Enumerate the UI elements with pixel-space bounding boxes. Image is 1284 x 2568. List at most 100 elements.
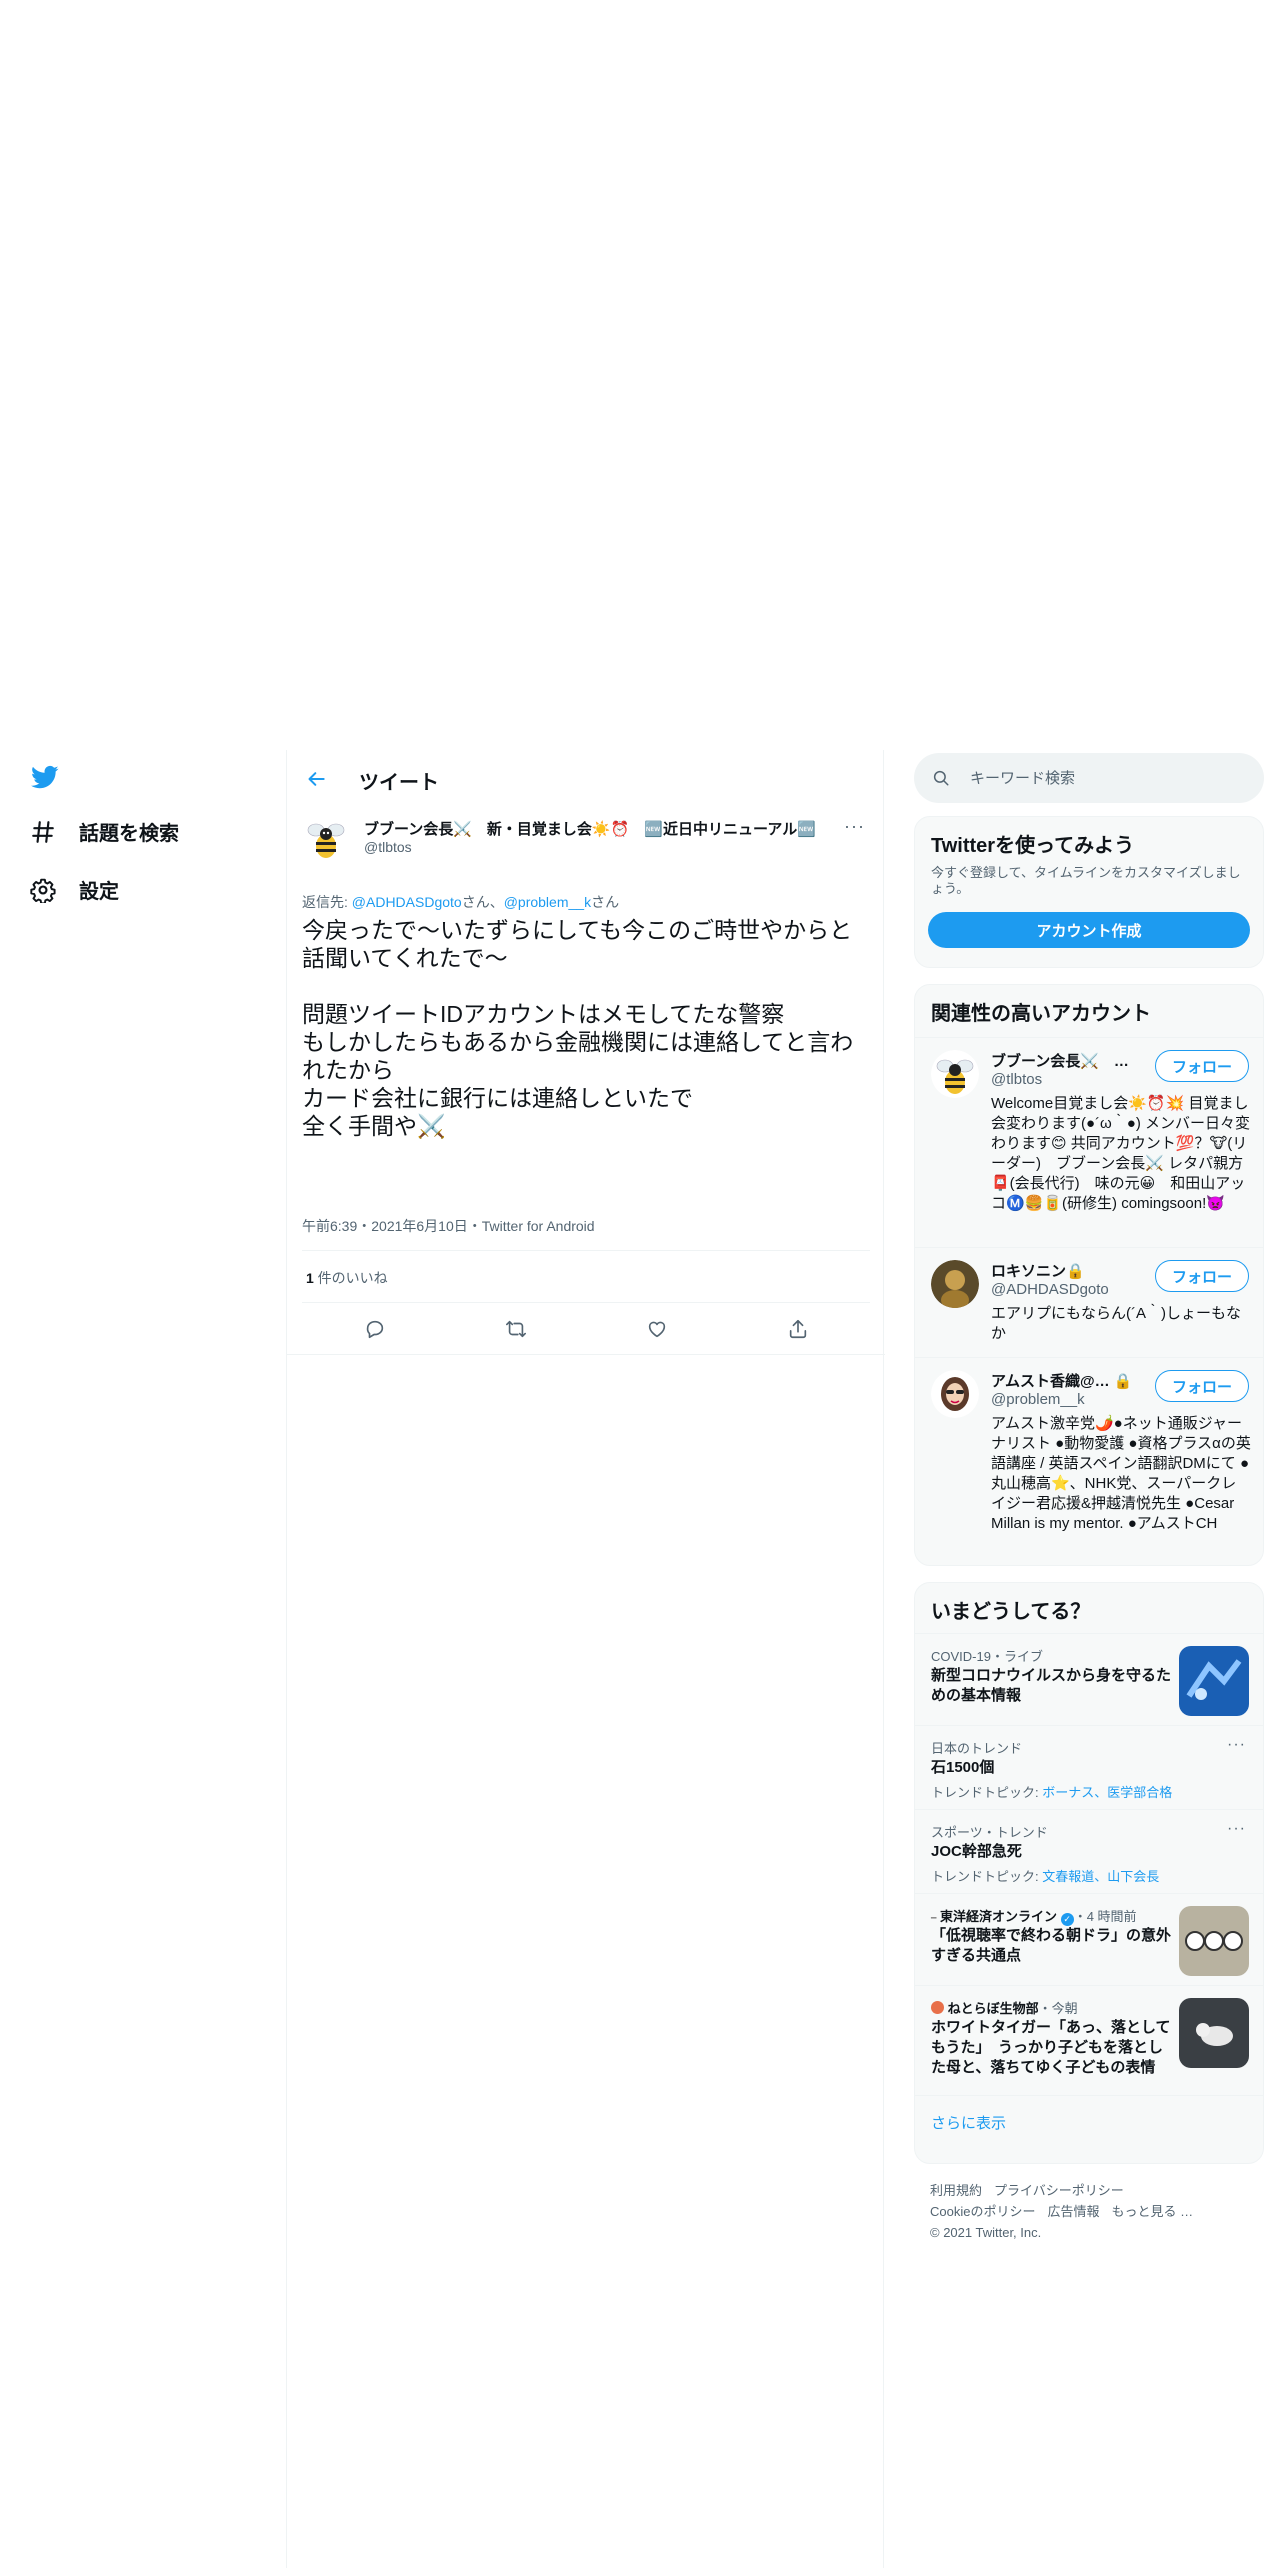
reply-user-link[interactable]: @problem__k: [504, 894, 591, 910]
reply-user-link[interactable]: @ADHDASDgoto: [352, 894, 462, 910]
reply-to-line: 返信先: @ADHDASDgotoさん、@problem__kさん: [302, 892, 619, 912]
trend-topics-links[interactable]: ボーナス、医学部合格: [1042, 1785, 1172, 1800]
divider: [302, 1250, 870, 1251]
follow-button[interactable]: フォロー: [1155, 1260, 1249, 1292]
avatar[interactable]: [931, 1370, 979, 1418]
account-item[interactable]: アムスト香織@… 🔒 @problem__k フォロー アムスト激辛党🌶️●ネッ…: [915, 1357, 1263, 1565]
trend-item[interactable]: ねとらぼ生物部・今朝 ホワイトタイガー「あっ、落としてもうた」 うっかり子どもを…: [915, 1985, 1263, 2095]
show-more-link[interactable]: さらに表示: [931, 2112, 1006, 2133]
reply-prefix: 返信先:: [302, 894, 352, 910]
nav-item-label: 設定: [79, 881, 119, 903]
trend-context: スポーツ・トレンド: [931, 1825, 1048, 1840]
share-icon[interactable]: [781, 1312, 815, 1346]
nav-item-label: 話題を検索: [79, 823, 179, 845]
trend-thumbnail: [1179, 1906, 1249, 1976]
account-handle: @problem__k: [991, 1391, 1085, 1408]
nav-item-explore[interactable]: 話題を検索: [29, 817, 179, 846]
trend-topics-prefix: トレンドトピック:: [931, 1869, 1043, 1884]
reply-suffix: さん: [591, 894, 620, 910]
tweet-text: 今戻ったで～いたずらにしても今このご時世やからと話聞いてくれたで～ 問題ツイート…: [302, 917, 854, 1139]
create-account-button[interactable]: アカウント作成: [928, 912, 1250, 948]
follow-button[interactable]: フォロー: [1155, 1050, 1249, 1082]
main-column: ツイート ブブーン会長⚔️ 新・目覚まし会☀️⏰ 🆕近日中リニューアル🆕 @tl…: [286, 750, 885, 2568]
source-logo-icon: ━: [931, 1913, 937, 1923]
author-handle[interactable]: @tlbtos: [364, 839, 412, 855]
trend-title: 「低視聴率で終わる朝ドラ」の意外すぎる共通点: [931, 1927, 1172, 1964]
verified-icon: ✓: [1060, 1913, 1074, 1926]
search-box[interactable]: [914, 753, 1264, 803]
like-icon[interactable]: [640, 1312, 674, 1346]
signup-card: Twitterを使ってみよう 今すぐ登録して、タイムラインをカスタマイズしましょ…: [914, 816, 1264, 968]
trend-item[interactable]: ━ 東洋経済オンライン ✓ ・4 時間前 「低視聴率で終わる朝ドラ」の意外すぎる共…: [915, 1893, 1263, 1985]
footer-link-cookie[interactable]: Cookieのポリシー: [930, 2204, 1035, 2219]
account-bio: アムスト激辛党🌶️●ネット通販ジャーナリスト ●動物愛護 ●資格プラスαの英語講…: [991, 1415, 1251, 1532]
footer-link-ads[interactable]: 広告情報: [1047, 2204, 1099, 2219]
trend-topics: トレンドトピック: 文春報道、山下会長: [931, 1866, 1159, 1885]
signup-title: Twitterを使ってみよう: [931, 835, 1135, 857]
follow-button[interactable]: フォロー: [1155, 1370, 1249, 1402]
trend-topics-links[interactable]: 文春報道、山下会長: [1042, 1869, 1159, 1884]
related-accounts-card: 関連性の高いアカウント ブブーン会長⚔️ … @tlbtos フォロー Welc…: [914, 984, 1264, 1566]
like-count-number: 1: [306, 1270, 314, 1286]
trends-card: いまどうしてる？ COVID-19・ライブ 新型コロナウイルスから身を守るための…: [914, 1582, 1264, 2164]
signup-description: 今すぐ登録して、タイムラインをカスタマイズしましょう。: [931, 865, 1241, 896]
back-arrow-icon[interactable]: [301, 763, 333, 795]
search-icon: [932, 769, 950, 792]
main-header: ツイート: [287, 750, 883, 807]
trend-context: ━ 東洋経済オンライン ✓ ・4 時間前: [931, 1906, 1137, 1926]
reply-separator: さん、: [461, 894, 504, 910]
account-item[interactable]: ブブーン会長⚔️ … @tlbtos フォロー Welcome目覚まし会☀️⏰💥…: [915, 1037, 1263, 1247]
twitter-logo-icon[interactable]: [29, 763, 63, 793]
trend-topics-prefix: トレンドトピック:: [931, 1785, 1043, 1800]
trend-title: 石1500個: [931, 1759, 995, 1776]
trend-thumbnail: [1179, 1646, 1249, 1716]
avatar[interactable]: [931, 1050, 979, 1098]
tweet-timestamp[interactable]: 午前6:39・2021年6月10日・Twitter for Android: [302, 1216, 595, 1236]
more-options-icon[interactable]: ···: [1227, 1820, 1246, 1838]
trend-item[interactable]: COVID-19・ライブ 新型コロナウイルスから身を守るための基本情報: [915, 1633, 1263, 1725]
footer-link-privacy[interactable]: プライバシーポリシー: [994, 2183, 1124, 2198]
account-name[interactable]: ブブーン会長⚔️ …: [991, 1050, 1129, 1071]
account-name[interactable]: アムスト香織@… 🔒: [991, 1370, 1132, 1391]
trend-source: 東洋経済オンライン: [940, 1909, 1058, 1924]
more-options-icon[interactable]: ···: [844, 816, 865, 837]
trend-source: ねとらぼ生物部: [947, 2001, 1039, 2016]
trend-thumbnail: [1179, 1998, 1249, 2068]
show-more-row[interactable]: さらに表示: [915, 2095, 1263, 2163]
avatar[interactable]: [302, 814, 350, 862]
trend-title: ホワイトタイガー「あっ、落としてもうた」 うっかり子どもを落とした母と、落ちてゆ…: [931, 2019, 1171, 2076]
reply-icon[interactable]: [358, 1312, 392, 1346]
source-avatar-icon: [931, 2001, 944, 2014]
more-options-icon[interactable]: ···: [1227, 1736, 1246, 1754]
trend-item[interactable]: 日本のトレンド 石1500個 トレンドトピック: ボーナス、医学部合格 ···: [915, 1725, 1263, 1809]
search-input[interactable]: [970, 767, 1230, 789]
nav-item-settings[interactable]: 設定: [29, 875, 119, 904]
hash-icon: [29, 818, 57, 846]
footer-link-terms[interactable]: 利用規約: [930, 2183, 982, 2198]
footer-copyright: © 2021 Twitter, Inc.: [930, 2225, 1042, 2240]
account-name[interactable]: ロキソニン🔒: [991, 1260, 1085, 1281]
account-bio: Welcome目覚まし会☀️⏰💥 目覚まし会変わります(●´ω｀●) メンバー日…: [991, 1095, 1250, 1212]
trend-title: JOC幹部急死: [931, 1843, 1022, 1860]
trend-context: 日本のトレンド: [931, 1741, 1023, 1756]
trend-time: ・4 時間前: [1073, 1909, 1137, 1924]
tweet-actions: [302, 1312, 870, 1346]
retweet-icon[interactable]: [499, 1312, 533, 1346]
divider: [287, 1354, 885, 1355]
gear-icon: [29, 876, 57, 904]
account-bio: エアリプにもならん(´A｀)しょーもなか: [991, 1305, 1241, 1342]
trend-item[interactable]: スポーツ・トレンド JOC幹部急死 トレンドトピック: 文春報道、山下会長 ··…: [915, 1809, 1263, 1893]
footer-link-more[interactable]: もっと見る …: [1111, 2204, 1193, 2219]
trend-title: 新型コロナウイルスから身を守るための基本情報: [931, 1667, 1172, 1704]
footer: 利用規約 プライバシーポリシー Cookieのポリシー 広告情報 もっと見る … © …: [930, 2180, 1260, 2243]
account-item[interactable]: ロキソニン🔒 @ADHDASDgoto フォロー エアリプにもならん(´A｀)し…: [915, 1247, 1263, 1357]
trend-context: ねとらぼ生物部・今朝: [931, 1998, 1078, 2017]
author-name[interactable]: ブブーン会長⚔️ 新・目覚まし会☀️⏰ 🆕近日中リニューアル🆕: [364, 818, 816, 839]
like-count[interactable]: 1 件のいいね: [306, 1268, 388, 1288]
divider: [302, 1302, 870, 1303]
trend-time: ・今朝: [1038, 2001, 1078, 2016]
related-title: 関連性の高いアカウント: [931, 1003, 1151, 1025]
trend-context: COVID-19・ライブ: [931, 1649, 1043, 1664]
page-title: ツイート: [359, 772, 439, 794]
avatar[interactable]: [931, 1260, 979, 1308]
